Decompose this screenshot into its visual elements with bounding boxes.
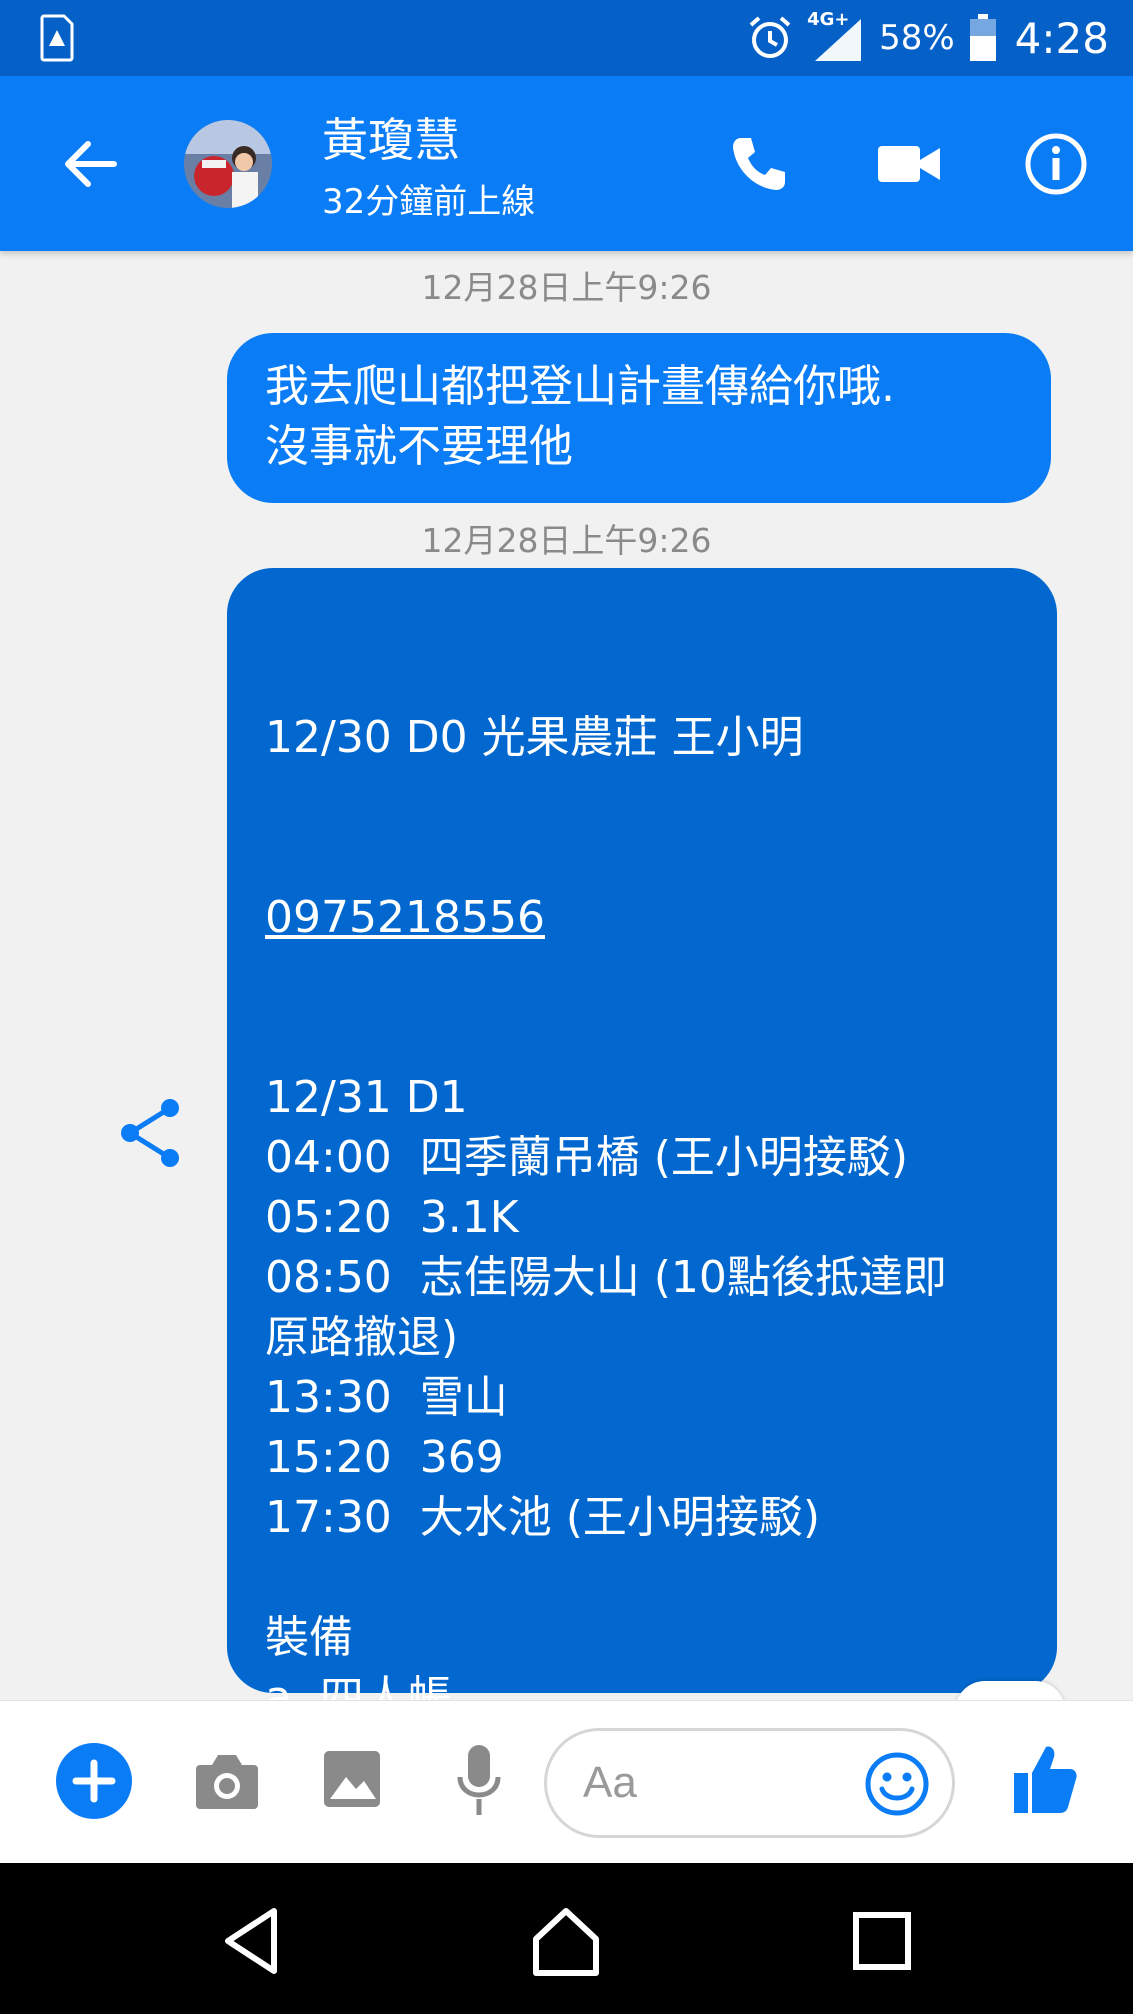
microphone-icon[interactable] xyxy=(456,1743,502,1819)
conversation-header: 黃瓊慧 32分鐘前上線 xyxy=(0,76,1133,251)
system-navigation-bar xyxy=(0,1863,1133,2014)
image-icon[interactable] xyxy=(322,1749,382,1809)
avatar[interactable] xyxy=(184,120,272,208)
battery-icon xyxy=(969,14,996,61)
sent-message-bubble[interactable]: 我去爬山都把登山計畫傳給你哦. 沒事就不要理他 xyxy=(227,333,1051,503)
thumbs-up-icon[interactable] xyxy=(1012,1743,1078,1815)
recents-icon[interactable] xyxy=(842,1901,922,1981)
message-list[interactable]: 12月28日上午9:26 我去爬山都把登山計畫傳給你哦. 沒事就不要理他 12月… xyxy=(0,251,1133,1700)
emoji-icon[interactable] xyxy=(864,1751,930,1817)
info-icon[interactable] xyxy=(1022,132,1090,196)
message-input[interactable] xyxy=(583,1753,863,1813)
message-timestamp: 12月28日上午9:26 xyxy=(421,268,712,307)
message-text: 12/31 D1 04:00 四季蘭吊橋 (王小明接駁) 05:20 3.1K … xyxy=(265,1072,947,1700)
message-line: 12/30 D0 光果農莊 王小明 xyxy=(265,712,804,763)
status-bar: 4G+ 58% 4:28 xyxy=(0,0,1133,76)
message-timestamp: 12月28日上午9:26 xyxy=(421,521,712,560)
home-icon[interactable] xyxy=(526,1901,606,1981)
contact-status: 32分鐘前上線 xyxy=(322,182,536,222)
clock: 4:28 xyxy=(1014,13,1109,63)
plus-icon[interactable] xyxy=(56,1743,132,1819)
signal-icon: 4G+ xyxy=(807,9,865,63)
alarm-icon xyxy=(749,16,791,58)
back-triangle-icon[interactable] xyxy=(214,1901,294,1981)
composer-bar xyxy=(0,1700,1133,1863)
camera-icon[interactable] xyxy=(194,1751,260,1811)
video-camera-icon[interactable] xyxy=(876,132,944,196)
sent-message-bubble[interactable]: 12/30 D0 光果農莊 王小明 0975218556 12/31 D1 04… xyxy=(227,568,1057,1700)
phone-number-link[interactable]: 0975218556 xyxy=(265,888,1019,948)
back-arrow-icon[interactable] xyxy=(58,132,122,196)
contact-name: 黃瓊慧 xyxy=(322,113,460,167)
battery-percent: 58% xyxy=(879,18,955,58)
reaction-indicator[interactable] xyxy=(955,1681,1065,1700)
message-input-field[interactable] xyxy=(544,1728,955,1838)
share-icon[interactable] xyxy=(120,1098,182,1168)
phone-icon[interactable] xyxy=(725,132,793,196)
sim-card-icon xyxy=(40,14,74,62)
